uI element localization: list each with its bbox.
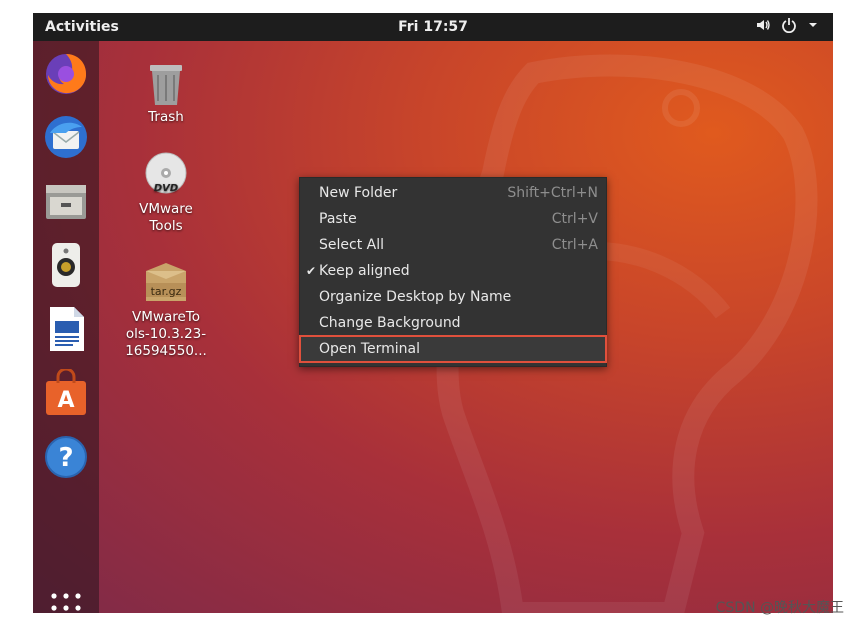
rhythmbox-icon[interactable] [42,241,90,289]
clock[interactable]: Fri 17:57 [33,19,833,35]
desktop-context-menu: New Folder Shift+Ctrl+N Paste Ctrl+V Sel… [299,177,607,367]
menu-item-paste[interactable]: Paste Ctrl+V [300,206,606,232]
menu-item-label: Select All [319,237,384,253]
archive-icon: tar.gz [142,259,190,307]
menu-item-label: Organize Desktop by Name [319,289,512,305]
archive-type-badge: tar.gz [150,285,182,298]
menu-item-label: Keep aligned [319,263,410,279]
dvd-icon: DVD [142,151,190,199]
system-tray[interactable] [755,17,819,37]
checkmark-icon: ✔ [306,264,317,278]
menu-item-label: New Folder [319,185,398,201]
app-grid-icon[interactable] [50,592,82,613]
menu-item-select-all[interactable]: Select All Ctrl+A [300,232,606,258]
desktop-icon-trash[interactable]: Trash [121,59,211,126]
thunderbird-icon[interactable] [42,113,90,161]
menu-item-shortcut: Ctrl+V [551,211,598,227]
menu-item-shortcut: Shift+Ctrl+N [507,185,598,201]
files-icon[interactable] [42,177,90,225]
chevron-down-icon[interactable] [807,19,819,35]
desktop-icon-label: Trash [148,109,184,125]
menu-item-open-terminal[interactable]: Open Terminal [299,335,607,363]
menu-item-label: Open Terminal [319,341,421,357]
help-icon[interactable]: ? [42,433,90,481]
volume-icon[interactable] [755,17,771,37]
libreoffice-writer-icon[interactable] [42,305,90,353]
menu-item-change-background[interactable]: Change Background [300,310,606,336]
svg-text:?: ? [58,443,73,473]
menu-item-shortcut: Ctrl+A [551,237,598,253]
desktop-icon-label: VMwareTo ols-10.3.23- 16594550... [125,309,207,359]
menu-item-label: Paste [319,211,357,227]
ubuntu-software-icon[interactable]: A [42,367,90,417]
trash-icon [142,59,190,107]
dock: A ? [33,41,99,613]
menu-item-keep-aligned[interactable]: ✔ Keep aligned [300,258,606,284]
desktop-screen: Activities Fri 17:57 A ? Trash DVD VMwar… [33,13,833,613]
svg-text:DVD: DVD [154,183,178,194]
menu-item-organize-desktop[interactable]: Organize Desktop by Name [300,284,606,310]
desktop-icon-vmware-archive[interactable]: tar.gz VMwareTo ols-10.3.23- 16594550... [121,259,211,360]
menu-item-label: Change Background [319,315,461,331]
svg-text:A: A [57,388,74,413]
watermark: CSDN @晚秋大魔王 [715,600,844,616]
power-icon[interactable] [781,17,797,37]
top-bar: Activities Fri 17:57 [33,13,833,41]
desktop-icon-label: VMware Tools [139,201,193,234]
firefox-icon[interactable] [42,49,90,97]
menu-item-new-folder[interactable]: New Folder Shift+Ctrl+N [300,180,606,206]
desktop-icon-vmware-tools[interactable]: DVD VMware Tools [121,151,211,235]
